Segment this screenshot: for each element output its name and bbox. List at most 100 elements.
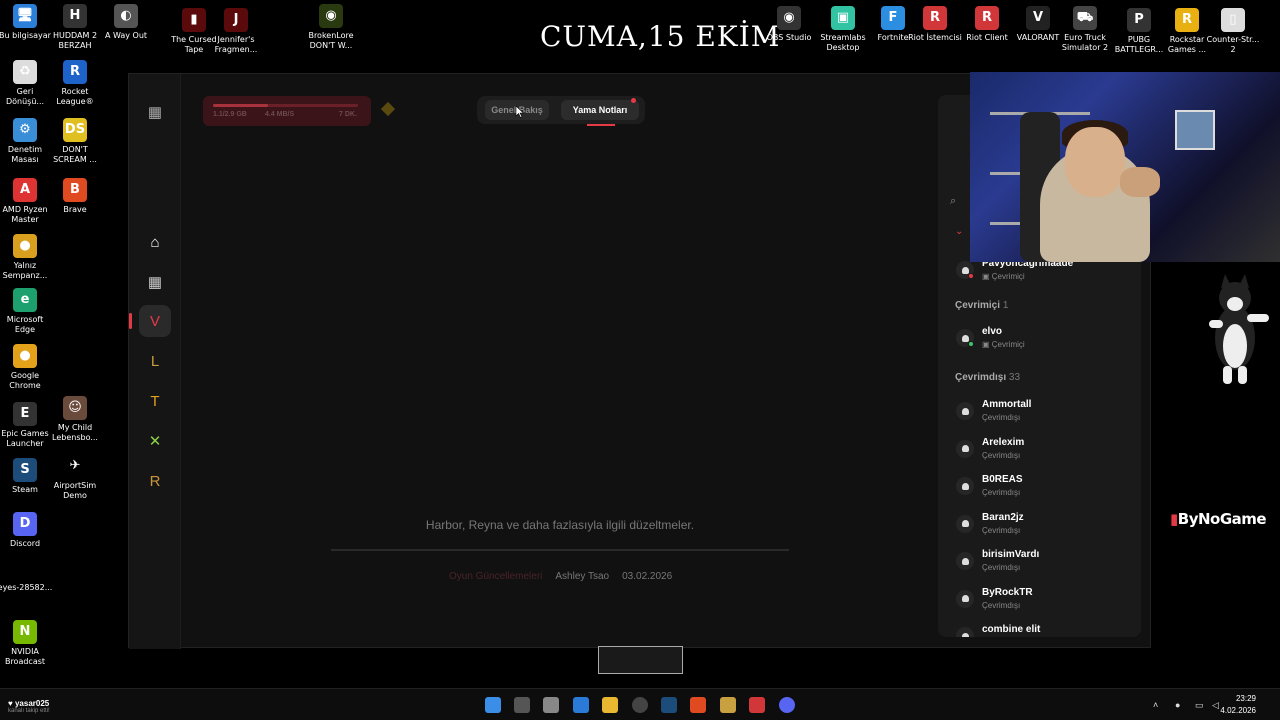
group-online-label[interactable]: Çevrimiçi 1 [955, 300, 1008, 311]
lol-icon[interactable]: L [139, 345, 171, 377]
desktop-icon-label: A Way Out [104, 31, 148, 40]
friend-row[interactable]: elvo ▣ Çevrimiçi [956, 323, 1136, 353]
patch-category[interactable]: Oyun Güncellemeleri [449, 571, 542, 582]
media-icon[interactable] [720, 697, 736, 713]
app-icon: ▮ [182, 8, 206, 32]
desktop-icon[interactable]: ◐ A Way Out [95, 4, 157, 41]
library-icon[interactable]: ▦ [139, 266, 171, 298]
desktop-icon[interactable]: e Microsoft Edge [0, 288, 56, 335]
desktop-icon[interactable]: ◉ BrokenLore DON'T W... [300, 4, 362, 51]
riot-client-icon[interactable] [749, 697, 765, 713]
friend-row[interactable]: Arelexim Çevrimdışı [956, 434, 1136, 464]
desktop-icon[interactable]: N NVIDIA Broadcast [0, 620, 56, 667]
chevron-up-icon[interactable]: ˄ [1153, 700, 1163, 710]
active-marker [129, 313, 132, 329]
desktop-icon[interactable]: B Brave [44, 178, 106, 215]
desktop-icon[interactable]: ✈ AirportSim Demo [44, 454, 106, 501]
chevron-down-icon[interactable]: ⌄ [955, 226, 963, 237]
desktop-icon[interactable]: ▯ Counter-Str... 2 [1202, 8, 1264, 55]
client-sidebar: ▦ ⌂ ▦ V L T ✕ R [129, 74, 181, 649]
app-icon: E [13, 402, 37, 426]
app-icon: ▣ [831, 6, 855, 30]
download-size: 1.1/2.9 GB [213, 111, 247, 118]
widgets-icon[interactable] [543, 697, 559, 713]
app-icon: ♻ [13, 60, 37, 84]
store-icon[interactable] [573, 697, 589, 713]
avatar [956, 402, 974, 420]
app-icon: DS [63, 118, 87, 142]
app-icon: R [63, 60, 87, 84]
friend-name: Ammortall [982, 399, 1032, 410]
desktop-icon-label: OBS Studio [766, 33, 812, 42]
task-view-icon[interactable] [514, 697, 530, 713]
desktop-icon[interactable]: ⛟ Euro Truck Simulator 2 [1054, 6, 1116, 53]
friend-name: birisimVardı [982, 549, 1040, 560]
steam-icon[interactable] [661, 697, 677, 713]
discord-icon[interactable] [779, 697, 795, 713]
desktop-icon-label: Yalnız Sempanz... [2, 261, 48, 280]
friend-status: Çevrimdışı [982, 450, 1021, 460]
desktop-icon-label: AirportSim Demo [53, 481, 97, 500]
riot-logo-icon[interactable]: ▦ [139, 96, 171, 128]
desktop-icon[interactable]: ☺ My Child Lebensbo... [44, 396, 106, 443]
friend-name: ByRockTR [982, 586, 1033, 598]
home-icon[interactable]: ⌂ [139, 226, 171, 258]
runeterra-icon[interactable]: R [139, 465, 171, 497]
tft-icon[interactable]: T [139, 385, 171, 417]
window-preview-thumbnail[interactable] [598, 646, 683, 674]
app-icon: ⚙ [13, 118, 37, 142]
brave-icon[interactable] [690, 697, 706, 713]
microphone-icon[interactable]: ● [1175, 700, 1185, 710]
app-icon [13, 556, 37, 580]
friend-row[interactable]: Ammortall Çevrimdışı [956, 396, 1136, 426]
start-icon[interactable] [485, 697, 501, 713]
friend-row[interactable]: combine elit [956, 621, 1136, 637]
desktop-icon[interactable]: J Jennifer's Fragmen... [205, 8, 267, 55]
app-icon: H [63, 4, 87, 28]
app-icon: ✈ [63, 454, 87, 478]
patch-description[interactable]: Harbor, Reyna ve daha fazlasıyla ilgili … [329, 518, 791, 532]
app-icon: R [975, 6, 999, 30]
desktop-icon[interactable]: ● Yalnız Sempanz... [0, 234, 56, 281]
patch-date: 03.02.2026 [622, 571, 673, 582]
desktop-icon-label: DON'T SCREAM ... [53, 145, 97, 164]
friend-status: Çevrimdışı [982, 563, 1021, 572]
app-icon: ◉ [777, 6, 801, 30]
valorant-icon[interactable]: V [139, 305, 171, 337]
desktop-icon[interactable]: eyes-28582... [0, 556, 56, 593]
friend-row[interactable]: Baran2jz Çevrimdışı [956, 509, 1136, 539]
desktop-icon[interactable]: D Discord [0, 512, 56, 549]
cat-sticker [1209, 274, 1269, 384]
download-progress[interactable]: 1.1/2.9 GB 4.4 MB/S 7 DK. [203, 96, 371, 126]
desktop: CUMA,15 EKİM 🖥 Bu bilgisayar ♻ Geri Dönüşü.… [0, 0, 1280, 688]
desktop-icon-label: Jennifer's Fragmen... [214, 35, 258, 54]
app-icon: J [224, 8, 248, 32]
2xko-icon[interactable]: ✕ [139, 425, 171, 457]
search-icon[interactable]: ⌕ [950, 195, 956, 208]
friend-row[interactable]: ByRockTR Çevrimdışı [956, 584, 1136, 614]
file-explorer-icon[interactable] [602, 697, 618, 713]
desktop-icon[interactable]: ◉ OBS Studio [758, 6, 820, 43]
obs-icon[interactable] [632, 697, 648, 713]
divider [331, 549, 789, 551]
app-icon: A [13, 178, 37, 202]
desktop-icon-label: Rocket League® [56, 87, 94, 106]
clock[interactable]: 23:29 4.02.2026 [1220, 693, 1256, 717]
download-speed: 4.4 MB/S [265, 111, 295, 118]
avatar [956, 589, 974, 608]
friend-name: B0REAS [982, 474, 1023, 485]
desktop-icon[interactable]: ● Google Chrome [0, 344, 56, 391]
desktop-icon[interactable]: DS DON'T SCREAM ... [44, 118, 106, 165]
app-icon: D [13, 512, 37, 536]
friend-row[interactable]: birisimVardı Çevrimdışı [956, 546, 1136, 576]
download-progress-fill [213, 104, 269, 107]
desktop-icon[interactable]: R Rocket League® [44, 60, 106, 107]
app-icon: 🖥 [13, 4, 37, 28]
desktop-icon-label: Google Chrome [9, 371, 41, 390]
tab-patch-notes[interactable]: Yama Notları [561, 98, 639, 126]
display-icon[interactable]: ▭ [1195, 700, 1205, 710]
desktop-icon-label: NVIDIA Broadcast [4, 647, 46, 666]
group-offline-label[interactable]: Çevrimdışı 33 [955, 372, 1020, 383]
desktop-icon-label: Discord [9, 539, 41, 548]
friend-row[interactable]: B0REAS Çevrimdışı [956, 471, 1136, 501]
